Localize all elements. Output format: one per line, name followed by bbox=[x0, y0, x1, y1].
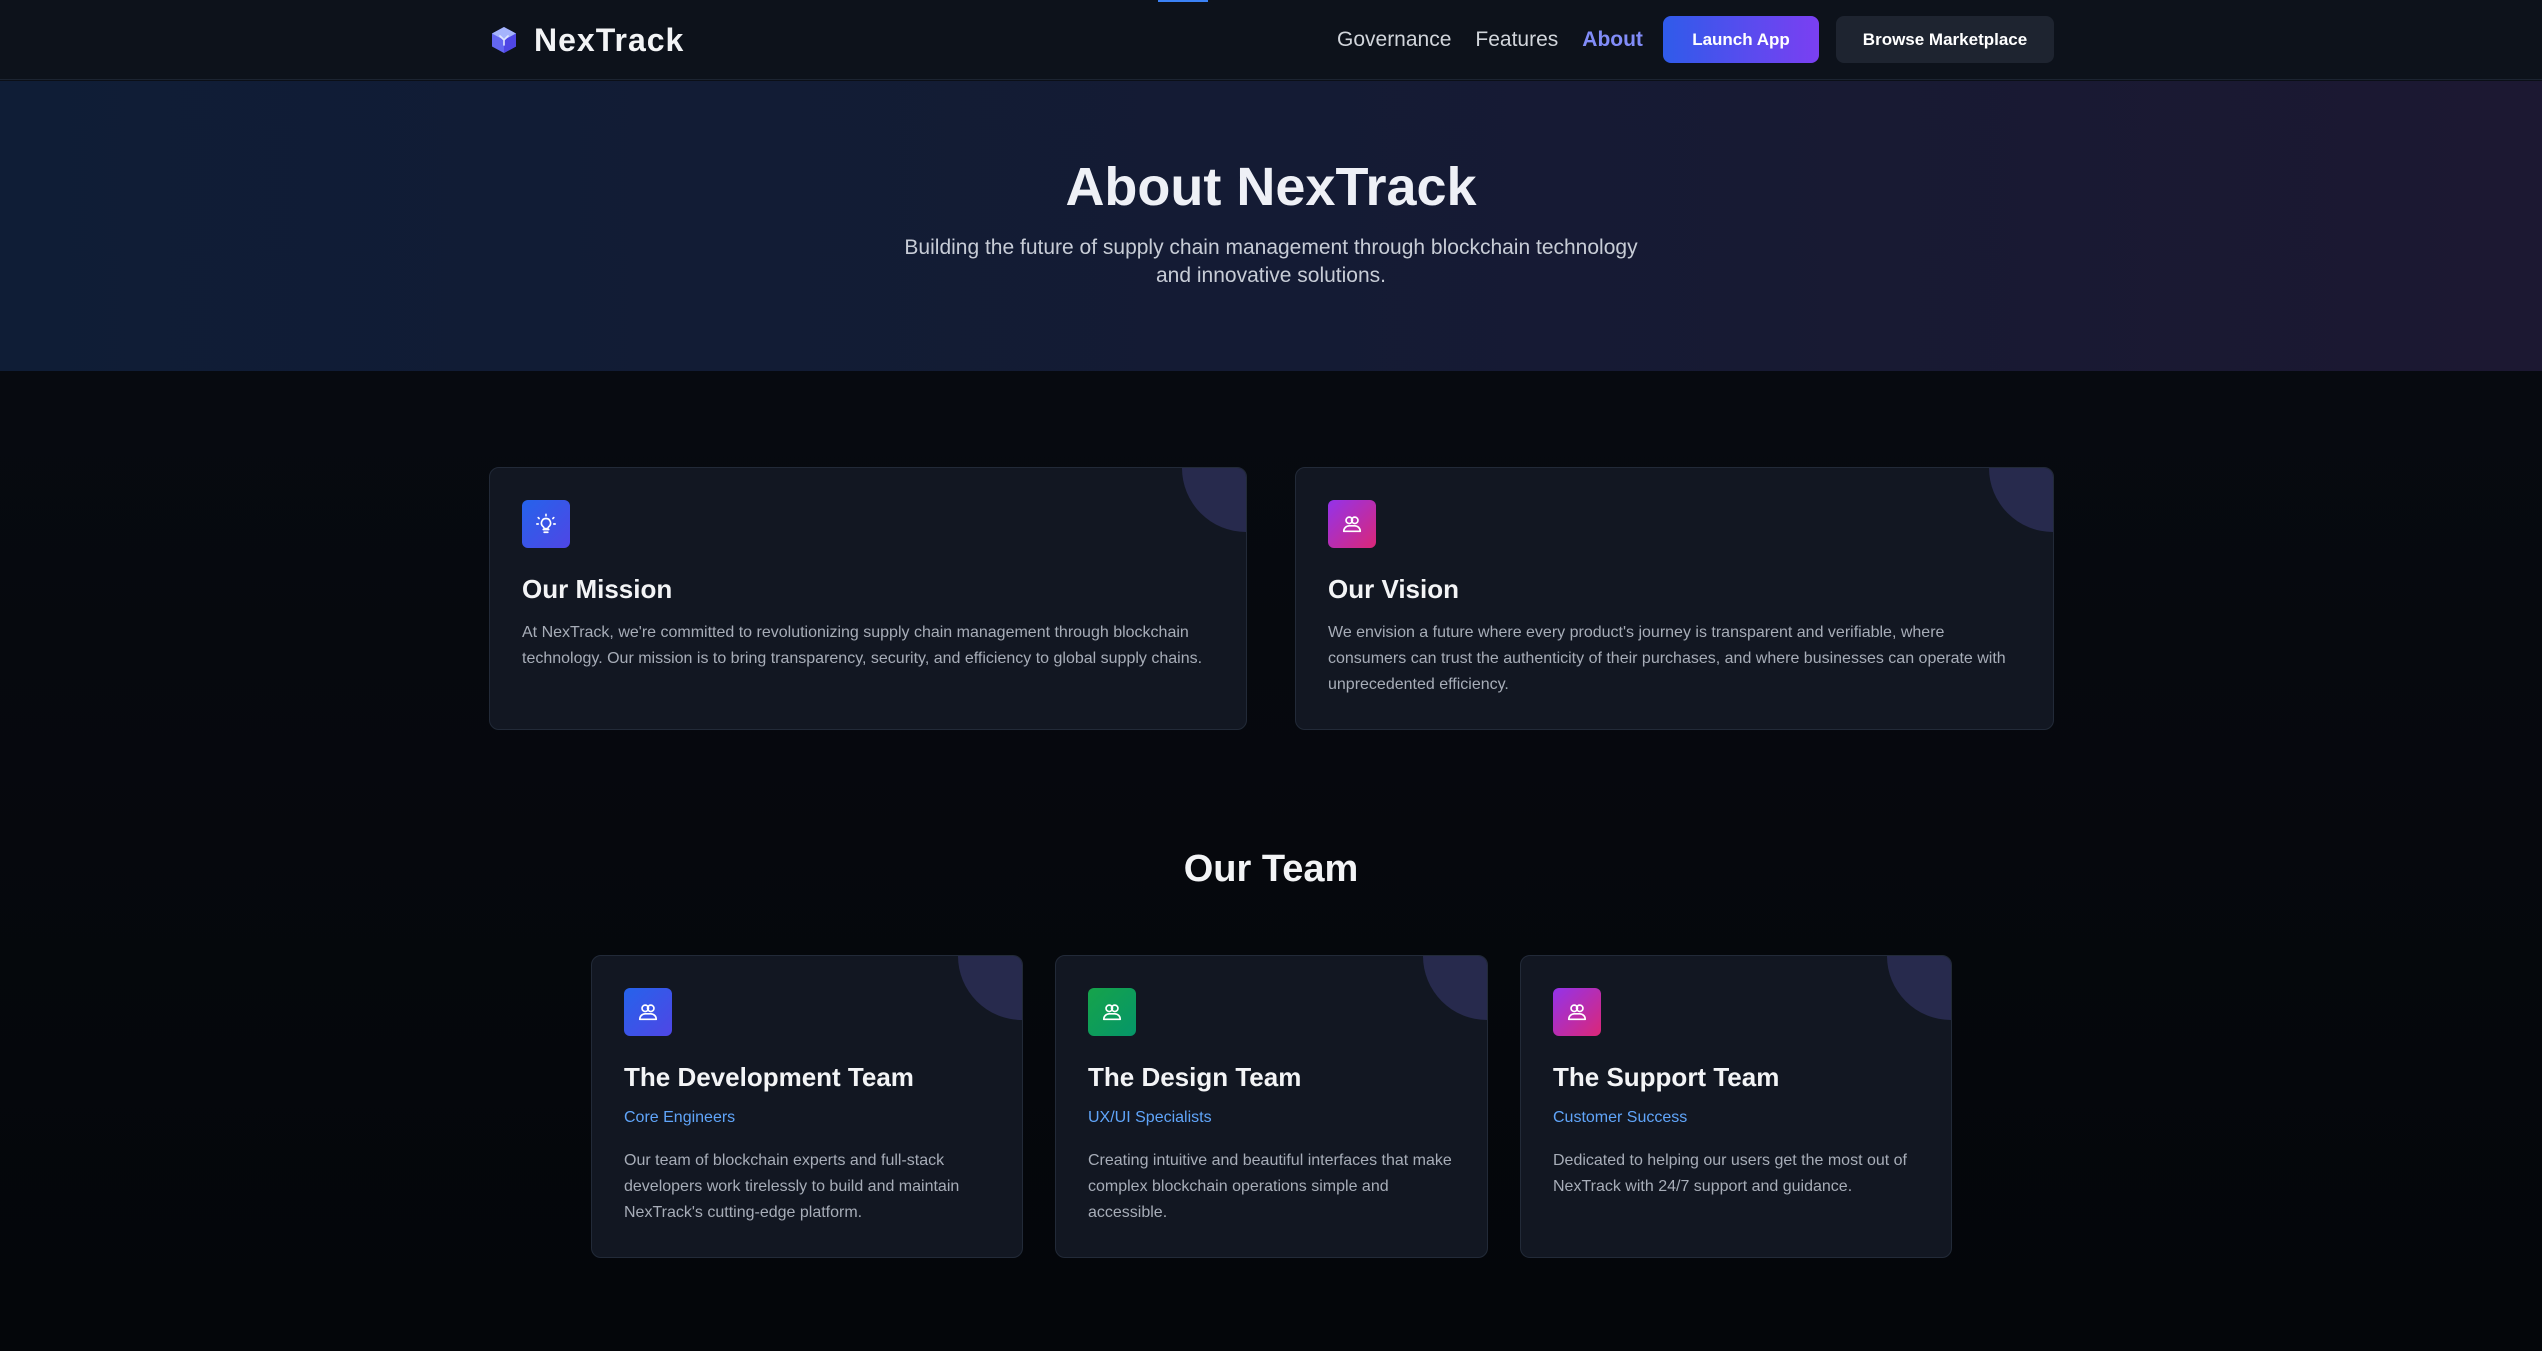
vision-title: Our Vision bbox=[1328, 574, 1459, 604]
brand-name: NexTrack bbox=[534, 21, 685, 58]
team-text: Our team of blockchain experts and full-… bbox=[624, 1152, 960, 1221]
mission-title: Our Mission bbox=[522, 574, 673, 604]
nav-link-features[interactable]: Features bbox=[1475, 28, 1558, 52]
lightbulb-icon bbox=[536, 513, 556, 534]
users-icon bbox=[1342, 516, 1362, 533]
card-corner-decoration bbox=[958, 956, 1022, 1020]
team-role: Customer Success bbox=[1553, 1109, 1688, 1126]
nav-accent-line bbox=[1158, 0, 1208, 2]
team-title: The Development Team bbox=[624, 1062, 914, 1092]
team-text: Dedicated to helping our users get the m… bbox=[1553, 1152, 1907, 1195]
mission-icon-badge bbox=[522, 500, 570, 548]
nav-link-governance[interactable]: Governance bbox=[1337, 28, 1451, 52]
team-role: UX/UI Specialists bbox=[1088, 1109, 1212, 1126]
vision-text: We envision a future where every product… bbox=[1328, 624, 2006, 693]
brand-logo[interactable]: NexTrack bbox=[490, 20, 684, 60]
card-corner-decoration bbox=[1423, 956, 1487, 1020]
cube-icon bbox=[492, 27, 516, 53]
team-card-support: The Support Team Customer Success Dedica… bbox=[1520, 955, 1952, 1258]
users-icon bbox=[1102, 1004, 1122, 1021]
launch-app-button[interactable]: Launch App bbox=[1663, 16, 1819, 63]
team-icon-badge bbox=[1088, 988, 1136, 1036]
page-title: About NexTrack bbox=[1065, 157, 1477, 217]
nav-link-about[interactable]: About bbox=[1582, 28, 1643, 52]
team-card-development: The Development Team Core Engineers Our … bbox=[591, 955, 1023, 1258]
vision-card: Our Vision We envision a future where ev… bbox=[1295, 467, 2054, 730]
nav-links: Governance Features About bbox=[1337, 24, 1643, 56]
vision-icon-badge bbox=[1328, 500, 1376, 548]
team-title: The Support Team bbox=[1553, 1062, 1780, 1092]
team-section-title: Our Team bbox=[1183, 848, 1359, 890]
mission-text: At NexTrack, we're committed to revoluti… bbox=[522, 624, 1203, 667]
hero-subtitle: Building the future of supply chain mana… bbox=[904, 236, 1638, 287]
top-navbar: NexTrack Governance Features About Launc… bbox=[0, 0, 2542, 80]
team-card-design: The Design Team UX/UI Specialists Creati… bbox=[1055, 955, 1488, 1258]
team-title: The Design Team bbox=[1088, 1062, 1302, 1092]
team-role: Core Engineers bbox=[624, 1109, 736, 1126]
hero-section: About NexTrack Building the future of su… bbox=[0, 81, 2542, 371]
users-icon bbox=[638, 1004, 658, 1021]
card-corner-decoration bbox=[1989, 468, 2053, 532]
team-icon-badge bbox=[624, 988, 672, 1036]
team-text: Creating intuitive and beautiful interfa… bbox=[1088, 1152, 1452, 1221]
users-icon bbox=[1567, 1004, 1587, 1021]
card-corner-decoration bbox=[1182, 468, 1246, 532]
browse-marketplace-button[interactable]: Browse Marketplace bbox=[1836, 16, 2054, 63]
card-corner-decoration bbox=[1887, 956, 1951, 1020]
team-icon-badge bbox=[1553, 988, 1601, 1036]
mission-card: Our Mission At NexTrack, we're committed… bbox=[489, 467, 1247, 730]
